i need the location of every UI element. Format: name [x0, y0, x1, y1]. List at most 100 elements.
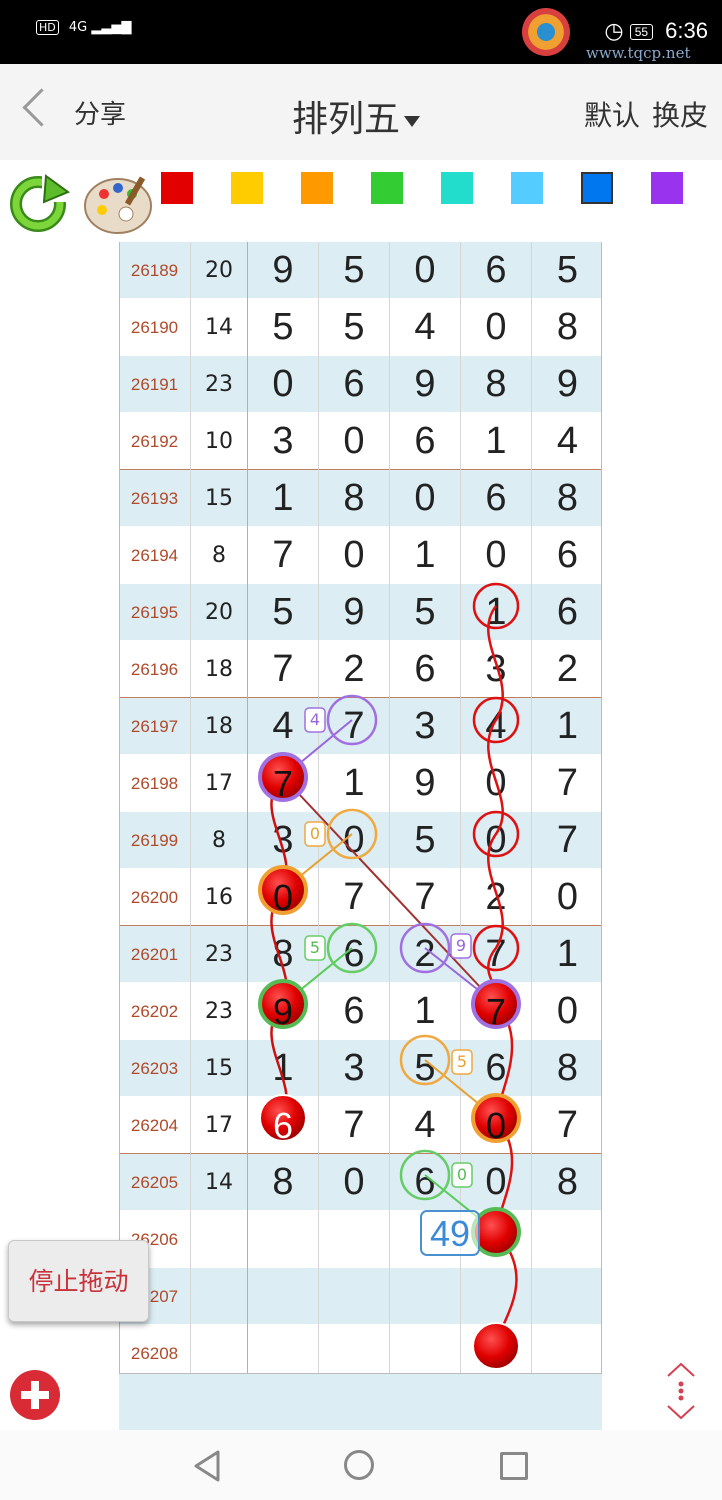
digit-cell-pos1[interactable]: 9: [248, 983, 319, 1040]
swatch-green[interactable]: [371, 172, 403, 204]
digit-cell-pos3[interactable]: 7: [390, 869, 461, 926]
skin-button[interactable]: 换皮: [652, 99, 708, 132]
digit-cell-pos3[interactable]: 6: [390, 413, 461, 470]
digit-cell-pos3[interactable]: 6: [390, 641, 461, 698]
digit-cell-pos3[interactable]: 3: [390, 698, 461, 755]
digit-cell-pos3[interactable]: 0: [390, 470, 461, 527]
digit-cell-pos4[interactable]: 4: [461, 698, 532, 755]
digit-cell-pos5[interactable]: [532, 1268, 603, 1325]
digit-cell-pos2[interactable]: 5: [319, 299, 390, 356]
digit-cell-pos5[interactable]: 1: [532, 926, 603, 983]
share-button[interactable]: 分享: [74, 94, 126, 131]
digit-cell-pos3[interactable]: 0: [390, 242, 461, 299]
swatch-light-blue[interactable]: [511, 172, 543, 204]
back-icon[interactable]: [22, 88, 61, 127]
palette-icon[interactable]: [82, 172, 154, 236]
swatch-blue[interactable]: [581, 172, 613, 204]
digit-cell-pos3[interactable]: [390, 1268, 461, 1325]
digit-cell-pos1[interactable]: 7: [248, 755, 319, 812]
nav-back-icon[interactable]: [192, 1450, 222, 1482]
swatch-orange[interactable]: [301, 172, 333, 204]
digit-cell-pos5[interactable]: 1: [532, 698, 603, 755]
digit-cell-pos2[interactable]: 0: [319, 527, 390, 584]
digit-cell-pos1[interactable]: 0: [248, 869, 319, 926]
digit-cell-pos4[interactable]: 8: [461, 356, 532, 413]
refresh-icon[interactable]: [6, 170, 70, 234]
digit-cell-pos4[interactable]: 7: [461, 983, 532, 1040]
digit-cell-pos1[interactable]: [248, 1211, 319, 1268]
digit-cell-pos3[interactable]: 9: [390, 356, 461, 413]
digit-cell-pos3[interactable]: 1: [390, 983, 461, 1040]
digit-cell-pos1[interactable]: 9: [248, 242, 319, 299]
digit-cell-pos4[interactable]: 6: [461, 242, 532, 299]
digit-cell-pos5[interactable]: 7: [532, 1097, 603, 1154]
digit-cell-pos2[interactable]: [319, 1211, 390, 1268]
default-button[interactable]: 默认: [584, 99, 640, 132]
digit-cell-pos2[interactable]: 1: [319, 755, 390, 812]
digit-cell-pos5[interactable]: 0: [532, 869, 603, 926]
digit-cell-pos2[interactable]: 6: [319, 983, 390, 1040]
digit-cell-pos2[interactable]: 0: [319, 413, 390, 470]
digit-cell-pos4[interactable]: 0: [461, 812, 532, 869]
digit-cell-pos1[interactable]: 8: [248, 1154, 319, 1211]
digit-cell-pos1[interactable]: 7: [248, 527, 319, 584]
digit-cell-pos2[interactable]: 0: [319, 1154, 390, 1211]
digit-cell-pos5[interactable]: [532, 1211, 603, 1268]
digit-cell-pos3[interactable]: 9: [390, 755, 461, 812]
digit-cell-pos5[interactable]: 4: [532, 413, 603, 470]
digit-cell-pos5[interactable]: 8: [532, 470, 603, 527]
digit-cell-pos2[interactable]: 9: [319, 584, 390, 641]
digit-cell-pos3[interactable]: 5: [390, 812, 461, 869]
digit-cell-pos4[interactable]: 2: [461, 869, 532, 926]
digit-cell-pos4[interactable]: 1: [461, 584, 532, 641]
digit-cell-pos4[interactable]: 0: [461, 1097, 532, 1154]
digit-cell-pos1[interactable]: 7: [248, 641, 319, 698]
digit-cell-pos4[interactable]: 7: [461, 926, 532, 983]
swatch-cyan[interactable]: [441, 172, 473, 204]
digit-cell-pos2[interactable]: 7: [319, 1097, 390, 1154]
digit-cell-pos3[interactable]: 6: [390, 1154, 461, 1211]
digit-cell-pos5[interactable]: 8: [532, 1154, 603, 1211]
digit-cell-pos2[interactable]: 7: [319, 698, 390, 755]
digit-cell-pos5[interactable]: 8: [532, 1040, 603, 1097]
digit-cell-pos2[interactable]: 0: [319, 812, 390, 869]
draw-table[interactable]: 26189 20 9 5 0 6 5 26190 14 5 5 4 0 8 26191 23 0 6 9 8 9 2619…: [119, 242, 603, 1382]
digit-cell-pos5[interactable]: 6: [532, 527, 603, 584]
digit-cell-pos1[interactable]: 0: [248, 356, 319, 413]
digit-cell-pos2[interactable]: 6: [319, 356, 390, 413]
stop-drag-button[interactable]: 停止拖动: [8, 1240, 149, 1322]
digit-cell-pos5[interactable]: 0: [532, 983, 603, 1040]
digit-cell-pos1[interactable]: [248, 1268, 319, 1325]
digit-cell-pos3[interactable]: 5: [390, 1040, 461, 1097]
digit-cell-pos3[interactable]: 4: [390, 1097, 461, 1154]
digit-cell-pos4[interactable]: 1: [461, 413, 532, 470]
digit-cell-pos1[interactable]: 1: [248, 470, 319, 527]
digit-cell-pos4[interactable]: 0: [461, 299, 532, 356]
digit-cell-pos4[interactable]: 0: [461, 527, 532, 584]
digit-cell-pos2[interactable]: [319, 1268, 390, 1325]
digit-cell-pos1[interactable]: 1: [248, 1040, 319, 1097]
lottery-selector[interactable]: 排列五: [292, 90, 421, 142]
swatch-yellow[interactable]: [231, 172, 263, 204]
digit-cell-pos3[interactable]: 5: [390, 584, 461, 641]
digit-cell-pos4[interactable]: [461, 1268, 532, 1325]
digit-cell-pos2[interactable]: 2: [319, 641, 390, 698]
digit-cell-pos2[interactable]: 3: [319, 1040, 390, 1097]
digit-cell-pos5[interactable]: 7: [532, 812, 603, 869]
digit-cell-pos1[interactable]: 3: [248, 413, 319, 470]
digit-cell-pos2[interactable]: 6: [319, 926, 390, 983]
scroll-up-down-icon[interactable]: [664, 1362, 698, 1420]
digit-cell-pos1[interactable]: 5: [248, 584, 319, 641]
digit-cell-pos1[interactable]: 6: [248, 1097, 319, 1154]
digit-cell-pos5[interactable]: 8: [532, 299, 603, 356]
digit-cell-pos2[interactable]: 5: [319, 242, 390, 299]
digit-cell-pos5[interactable]: 5: [532, 242, 603, 299]
digit-cell-pos5[interactable]: 2: [532, 641, 603, 698]
add-icon[interactable]: [10, 1370, 60, 1420]
digit-cell-pos2[interactable]: 7: [319, 869, 390, 926]
digit-cell-pos2[interactable]: 8: [319, 470, 390, 527]
nav-recents-icon[interactable]: [500, 1452, 528, 1480]
digit-cell-pos4[interactable]: 0: [461, 755, 532, 812]
digit-cell-pos4[interactable]: 6: [461, 470, 532, 527]
digit-cell-pos5[interactable]: 7: [532, 755, 603, 812]
